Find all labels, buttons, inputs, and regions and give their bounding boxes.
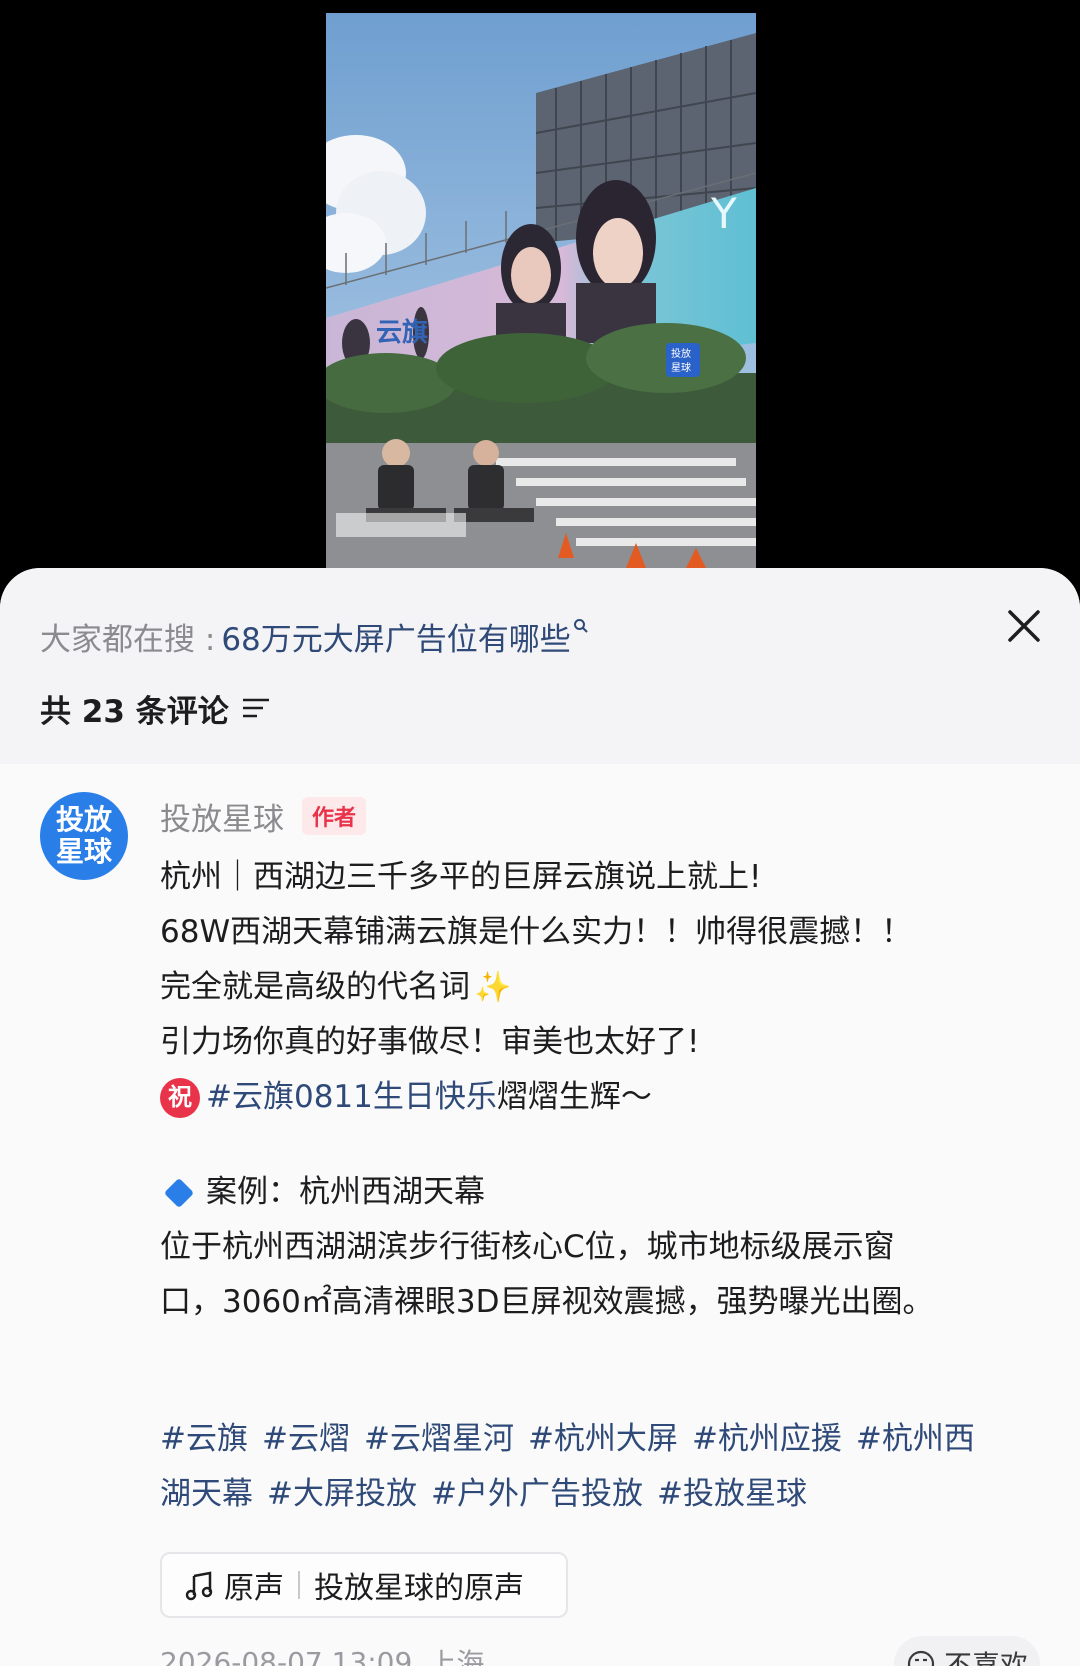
svg-text:Y: Y (710, 189, 737, 238)
comment-count-label: 共 23 条评论 (40, 693, 229, 730)
avatar-text-line1: 投放 (55, 803, 112, 836)
music-note-icon (185, 1571, 213, 1601)
comment-line-3-text: 完全就是高级的代名词 (160, 969, 470, 1005)
frown-face-icon (907, 1650, 935, 1666)
avatar[interactable]: 投放 星球 (40, 792, 128, 880)
video-preview[interactable]: 云旗 Y 投放 星球 (326, 13, 756, 568)
comments-sheet: 大家都在搜 : 68万元大屏广告位有哪些 共 23 条评论 投放 星球 投放星球… (0, 568, 1080, 1666)
search-icon (573, 619, 588, 633)
hashtag-line-1: #云旗 #云熠 #云熠星河 #杭州大屏 #杭州应援 #杭州西 (160, 1412, 1040, 1467)
hashtag-list: #云旗 #云熠 #云熠星河 #杭州大屏 #杭州应援 #杭州西 湖天幕 #大屏投放 #户外广告投… (160, 1412, 1040, 1522)
comment-count: 共 23 条评论 (40, 686, 273, 730)
case-desc-line-1: 位于杭州西湖湖滨步行街核心C位，城市地标级展示窗 (160, 1229, 895, 1265)
author-badge: 作者 (302, 797, 367, 835)
hashtag-link[interactable]: #云熠 (262, 1421, 350, 1457)
street-billboard-photo: 云旗 Y 投放 星球 (326, 13, 756, 568)
sparkle-icon: ✨ (474, 970, 512, 1005)
hashtag-link[interactable]: #投放星球 (657, 1476, 807, 1512)
comment-meta: 2026-08-07 13:09 上海 (160, 1640, 484, 1666)
case-title: 案例：杭州西湖天幕 (160, 1165, 1040, 1220)
trending-search-query[interactable]: 68万元大屏广告位有哪些 (221, 614, 570, 659)
dislike-label: 不喜欢 (943, 1649, 1028, 1666)
hashtag-link[interactable]: 湖天幕 (160, 1476, 253, 1512)
comment-line-2: 68W西湖天幕铺满云旗是什么实力！！帅得很震撼！！ (160, 914, 913, 950)
comment-body: 杭州｜西湖边三千多平的巨屏云旗说上就上! 68W西湖天幕铺满云旗是什么实力！！帅… (160, 850, 1040, 1330)
celebrate-icon: 祝 (160, 1077, 200, 1118)
hashtag-link[interactable]: #云熠星河 (364, 1421, 514, 1457)
case-label: 案例：杭州西湖天幕 (206, 1174, 485, 1210)
hashtag-link[interactable]: #杭州大屏 (528, 1421, 678, 1457)
dislike-button[interactable]: 不喜欢 (894, 1636, 1040, 1666)
author-row: 投放星球 作者 (160, 794, 367, 839)
sort-filter-icon[interactable] (239, 694, 273, 722)
blue-diamond-icon (163, 1177, 195, 1208)
comment-line-5: 祝 #云旗0811生日快乐 熠熠生辉～ (160, 1070, 1040, 1125)
comment-line-4: 引力场你真的好事做尽！审美也太好了! (160, 1024, 700, 1060)
svg-text:星球: 星球 (671, 361, 691, 374)
comment-line-3: 完全就是高级的代名词 ✨ (160, 960, 1040, 1015)
comment-item: 投放 星球 投放星球 作者 杭州｜西湖边三千多平的巨屏云旗说上就上! 68W西湖… (0, 764, 1080, 1666)
svg-text:投放: 投放 (671, 347, 691, 360)
close-icon[interactable] (1002, 604, 1046, 648)
hashtag-link[interactable]: #云旗 (160, 1421, 248, 1457)
billboard-brand-text: 云旗 (376, 317, 428, 348)
author-name[interactable]: 投放星球 (160, 794, 284, 839)
hashtag-link[interactable]: #户外广告投放 (431, 1476, 643, 1512)
birthday-hashtag[interactable]: #云旗0811生日快乐 (206, 1070, 497, 1125)
sheet-header: 大家都在搜 : 68万元大屏广告位有哪些 共 23 条评论 (0, 568, 1080, 764)
screen: 云旗 Y 投放 星球 大家都在搜: 68万元大屏广告位有哪些 共 23 条评论… (0, 0, 1080, 1666)
hashtag-link[interactable]: #大屏投放 (267, 1476, 417, 1512)
sound-title: 投放星球的原声 (314, 1571, 524, 1606)
sound-label: 原声 (224, 1571, 284, 1606)
original-sound-chip[interactable]: 原声 投放星球的原声 (160, 1552, 568, 1618)
avatar-text-line2: 星球 (55, 835, 112, 868)
case-desc-line-2: 口，3060㎡高清裸眼3D巨屏视效震撼，强势曝光出圈。 (160, 1284, 934, 1320)
comment-date: 2026-08-07 13:09 (160, 1645, 413, 1666)
comment-location: 上海 (428, 1647, 485, 1666)
hashtag-link[interactable]: #杭州应援 (692, 1421, 842, 1457)
comment-line-1: 杭州｜西湖边三千多平的巨屏云旗说上就上! (160, 859, 762, 895)
hashtag-link[interactable]: #杭州西 (856, 1421, 975, 1457)
trending-search-prefix: 大家都在搜 : (40, 621, 216, 658)
hashtag-line-2: 湖天幕 #大屏投放 #户外广告投放 #投放星球 (160, 1467, 1040, 1522)
trending-search[interactable]: 大家都在搜 : 68万元大屏广告位有哪些 (40, 612, 589, 660)
birthday-suffix: 熠熠生辉～ (496, 1079, 652, 1115)
sound-divider (298, 1571, 300, 1599)
